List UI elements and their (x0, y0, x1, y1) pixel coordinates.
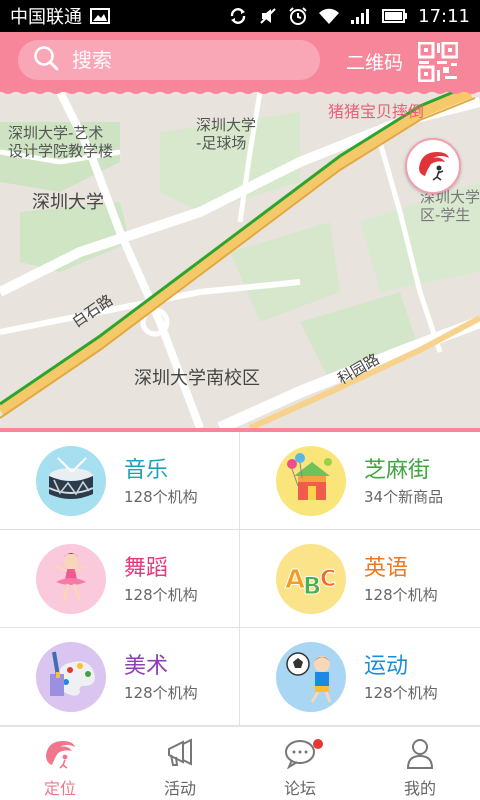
notification-dot (313, 739, 323, 749)
category-count: 128个机构 (124, 586, 198, 604)
drum-icon (36, 446, 106, 516)
image-notification-icon (90, 8, 110, 24)
map-label-football-field: 深圳大学 -足球场 (196, 116, 257, 152)
category-title: 英语 (364, 556, 409, 581)
category-english[interactable]: A B C 英语 128个机构 (240, 530, 480, 628)
tab-label: 定位 (43, 779, 76, 798)
brand-logo-icon[interactable] (405, 138, 461, 194)
search-icon (32, 44, 60, 76)
paint-palette-icon (36, 642, 106, 712)
tab-profile[interactable]: 我的 (360, 727, 480, 800)
category-sesame-street[interactable]: 芝麻街 34个新商品 (240, 432, 480, 530)
map-view[interactable]: 深圳大学-艺术 设计学院教学楼 深圳大学 -足球场 深圳大学 深圳大学南校区 白… (0, 92, 480, 428)
qr-code-label[interactable]: 二维码 (346, 48, 403, 75)
alarm-icon (288, 6, 308, 26)
wifi-icon (318, 7, 340, 25)
search-bar[interactable] (18, 40, 320, 80)
svg-text:C: C (320, 567, 336, 592)
ballerina-icon (36, 544, 106, 614)
bottom-tab-bar: 定位 活动 论坛 我的 (0, 726, 480, 800)
category-dance[interactable]: 舞蹈 128个机构 (0, 530, 240, 628)
category-count: 128个机构 (364, 586, 438, 604)
carrier-name: 中国联通 (10, 7, 82, 28)
category-sports[interactable]: 运动 128个机构 (240, 628, 480, 726)
chat-bubble-icon (285, 740, 315, 769)
map-label-south-campus: 深圳大学南校区 (134, 368, 260, 389)
gift-house-icon (276, 446, 346, 516)
category-art[interactable]: 美术 128个机构 (0, 628, 240, 726)
tab-forum[interactable]: 论坛 (240, 727, 360, 800)
tab-label: 论坛 (283, 779, 316, 798)
signal-icon (350, 7, 372, 25)
category-title: 舞蹈 (124, 556, 169, 581)
status-bar: 中国联通 17:11 (0, 0, 480, 32)
category-count: 128个机构 (124, 684, 198, 702)
category-count: 128个机构 (124, 488, 198, 506)
megaphone-icon (168, 738, 192, 766)
category-title: 运动 (364, 654, 409, 679)
svg-text:B: B (303, 572, 321, 600)
tab-label: 活动 (163, 779, 196, 798)
user-icon (406, 739, 434, 769)
map-label-shenzhen-university: 深圳大学 (32, 192, 104, 213)
tab-label: 我的 (403, 779, 436, 798)
category-grid: 音乐 128个机构 芝麻街 34个新商品 舞蹈 128个机构 A B C 英语 … (0, 432, 480, 726)
qr-code-icon[interactable] (417, 41, 459, 83)
abc-icon: A B C (276, 544, 346, 614)
location-logo-icon (46, 741, 75, 769)
map-label-art-school: 深圳大学-艺术 设计学院教学楼 (8, 124, 114, 160)
notice-banner[interactable]: 猪猪宝贝摔倒 (328, 98, 424, 122)
soccer-kid-icon (276, 642, 346, 712)
sync-icon (228, 6, 248, 26)
category-title: 芝麻街 (364, 458, 431, 483)
clock: 17:11 (418, 5, 470, 27)
category-count: 128个机构 (364, 684, 438, 702)
category-title: 音乐 (124, 458, 169, 483)
tab-location[interactable]: 定位 (0, 727, 120, 800)
category-title: 美术 (124, 654, 169, 679)
category-music[interactable]: 音乐 128个机构 (0, 432, 240, 530)
search-input[interactable] (72, 48, 292, 72)
category-count: 34个新商品 (364, 488, 444, 506)
battery-icon (382, 8, 408, 24)
tab-activity[interactable]: 活动 (120, 727, 240, 800)
app-header: 二维码 (0, 32, 480, 92)
mute-icon (258, 6, 278, 26)
